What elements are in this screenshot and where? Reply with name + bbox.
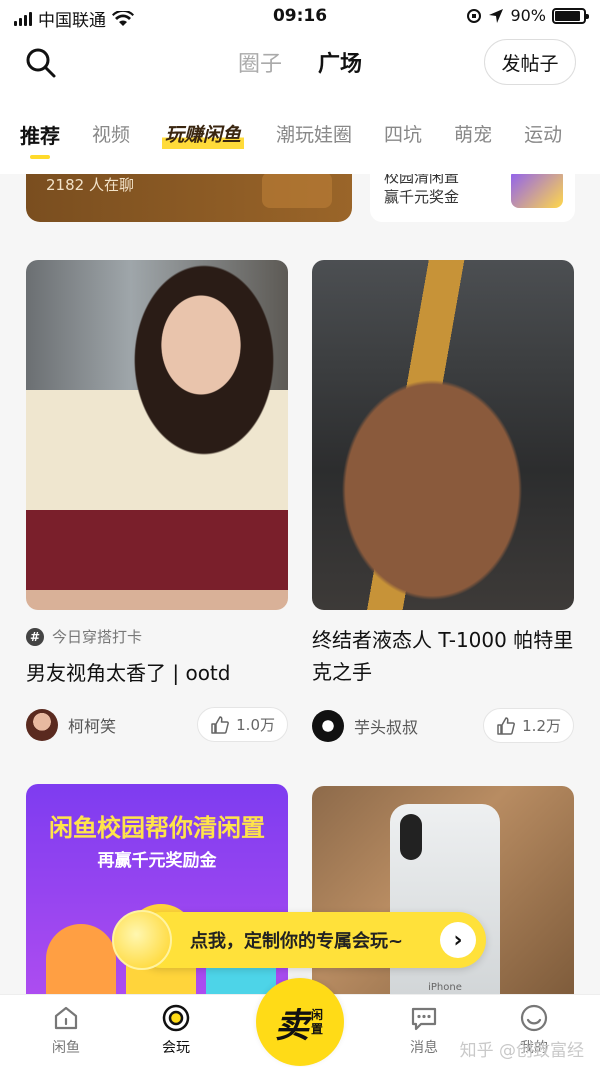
- phone-brand-label: iPhone: [428, 982, 462, 993]
- tab-pets[interactable]: 萌宠: [454, 120, 492, 149]
- camera-module: [400, 814, 422, 860]
- promo-title: 闲鱼校园帮你清闲置: [49, 814, 265, 842]
- post-card[interactable]: # 今日穿搭打卡 男友视角太香了 | ootd 柯柯笑 1.0万: [26, 260, 288, 742]
- customize-toast[interactable]: 点我，定制你的专属会玩~ ›: [112, 910, 486, 970]
- tab-trendy-dolls[interactable]: 潮玩娃圈: [276, 120, 352, 149]
- campus-banner-line2: 赢千元奖金: [384, 188, 460, 206]
- post-image[interactable]: [312, 260, 574, 610]
- chat-banner[interactable]: 2182 人在聊: [26, 174, 352, 222]
- like-button[interactable]: 1.0万: [197, 707, 288, 742]
- nav-messages[interactable]: 消息: [384, 1003, 464, 1057]
- post-button[interactable]: 发帖子: [484, 39, 576, 85]
- mascot-icon: [112, 910, 172, 970]
- category-tabs: 推荐 视频 玩赚闲鱼 潮玩娃圈 四坑 萌宠 运动: [0, 90, 600, 174]
- chat-count: 2182 人在聊: [46, 176, 134, 194]
- sell-button[interactable]: 卖 闲置: [256, 978, 344, 1066]
- post-author[interactable]: 柯柯笑: [26, 708, 117, 741]
- nav-label: 闲鱼: [52, 1040, 80, 1056]
- home-icon: [54, 1006, 78, 1030]
- location-icon: [489, 8, 504, 23]
- post-author[interactable]: 芋头叔叔: [312, 709, 419, 742]
- tab-play-earn[interactable]: 玩赚闲鱼: [162, 120, 245, 149]
- tab-video[interactable]: 视频: [92, 120, 130, 149]
- promo-subtitle: 再赢千元奖励金: [97, 851, 217, 871]
- chevron-right-icon[interactable]: ›: [440, 922, 476, 958]
- topic-label: 今日穿搭打卡: [52, 628, 143, 646]
- battery-icon: [552, 7, 589, 24]
- tab-sports[interactable]: 运动: [524, 120, 562, 149]
- hashtag-icon: #: [26, 627, 44, 646]
- tab-four-pits[interactable]: 四坑: [384, 120, 422, 149]
- post-card[interactable]: 终结者液态人 T-1000 帕特里克之手 芋头叔叔 1.2万: [312, 260, 574, 743]
- status-bar: 中国联通 09:16 90%: [0, 0, 600, 36]
- post-title[interactable]: 终结者液态人 T-1000 帕特里克之手: [312, 624, 574, 688]
- like-count: 1.2万: [522, 717, 561, 735]
- like-button[interactable]: 1.2万: [483, 708, 574, 743]
- feed[interactable]: 2182 人在聊 校园清闲置 赢千元奖金 # 今日穿搭打卡 男友视角太香了 | …: [0, 174, 600, 994]
- thumbs-up-icon: [211, 715, 230, 734]
- author-name: 柯柯笑: [68, 716, 117, 736]
- cartoon-figure: [46, 924, 116, 994]
- thumbs-up-icon: [497, 716, 516, 735]
- avatar[interactable]: [312, 709, 344, 742]
- author-name: 芋头叔叔: [354, 717, 419, 737]
- top-header: 圈子 广场 发帖子: [0, 36, 600, 90]
- nav-label: 会玩: [162, 1040, 190, 1056]
- watermark: 知乎 @创致富经: [459, 1041, 584, 1061]
- banner-decoration: [262, 174, 332, 208]
- sell-sublabel: 闲置: [311, 1008, 324, 1036]
- segment-circles[interactable]: 圈子: [238, 46, 282, 78]
- nav-play[interactable]: 会玩: [136, 1003, 216, 1057]
- post-image[interactable]: [26, 260, 288, 610]
- profile-icon: [520, 1004, 548, 1032]
- target-icon: [162, 1004, 190, 1032]
- tab-recommend[interactable]: 推荐: [20, 120, 60, 159]
- nav-label: 消息: [410, 1040, 438, 1056]
- avatar[interactable]: [26, 708, 58, 741]
- toast-message: 点我，定制你的专属会玩~: [190, 931, 404, 952]
- sell-label: 卖: [275, 1005, 309, 1046]
- campus-banner[interactable]: 校园清闲置 赢千元奖金: [370, 174, 575, 222]
- battery-percent: 90%: [510, 6, 546, 25]
- rotation-lock-icon: [467, 8, 482, 23]
- post-title[interactable]: 男友视角太香了 | ootd: [26, 657, 288, 689]
- message-icon: [411, 1007, 437, 1031]
- segment-square[interactable]: 广场: [318, 46, 362, 78]
- nav-home[interactable]: 闲鱼: [26, 1003, 106, 1057]
- topic-tag[interactable]: # 今日穿搭打卡: [26, 626, 288, 647]
- mascot-image: [511, 174, 563, 208]
- like-count: 1.0万: [236, 716, 275, 734]
